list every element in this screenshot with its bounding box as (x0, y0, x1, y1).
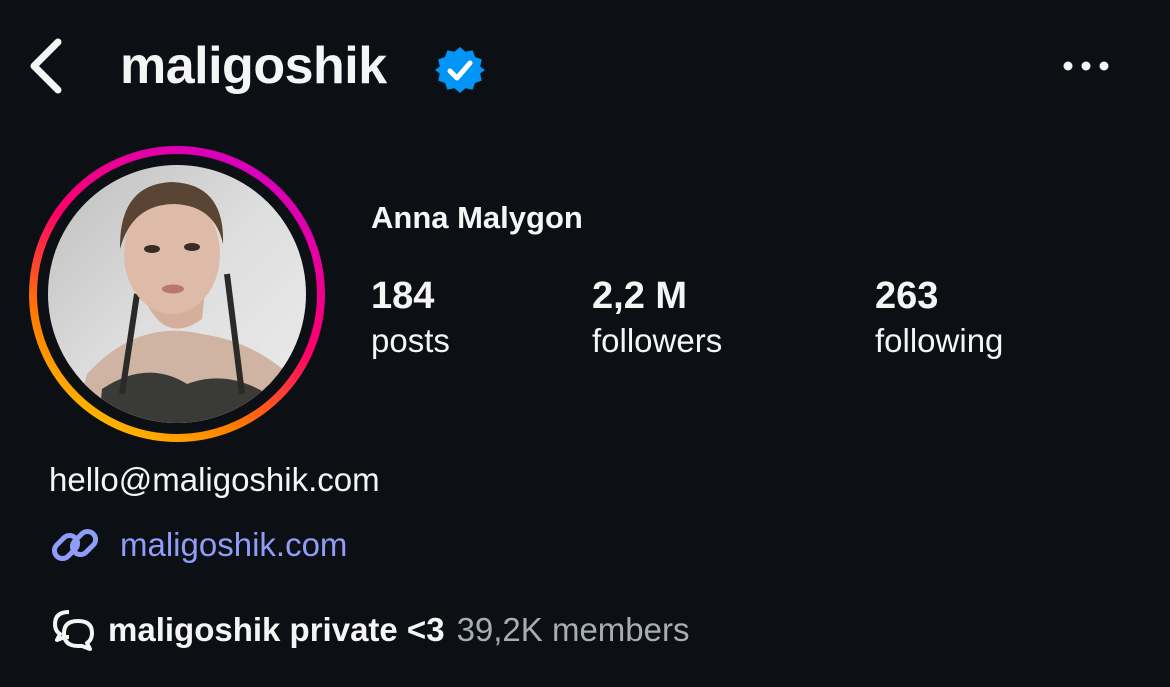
following-count-value: 263 (875, 275, 939, 317)
posts-count-value: 184 (371, 275, 435, 317)
link-icon (51, 528, 99, 562)
profile-username: maligoshik (120, 37, 387, 95)
following-count[interactable]: 263 following (875, 272, 1003, 362)
profile-header: maligoshik (0, 0, 1170, 135)
posts-count[interactable]: 184 posts (371, 272, 450, 362)
followers-count[interactable]: 2,2 M followers (592, 272, 722, 362)
verified-badge-icon (434, 44, 486, 96)
followers-count-value: 2,2 M (592, 275, 688, 317)
following-count-label: following (875, 322, 1004, 359)
bio-website-link[interactable]: maligoshik.com (49, 518, 347, 572)
chevron-left-icon (30, 38, 62, 94)
followers-count-label: followers (592, 322, 723, 359)
back-button[interactable] (22, 34, 72, 98)
channel-name: maligoshik private <3 (108, 611, 445, 648)
bio-website-text: maligoshik.com (120, 526, 348, 563)
more-options-button[interactable] (1058, 52, 1114, 80)
profile-display-name: Anna Malygon (371, 200, 583, 235)
channel-members-count: 39,2K members (456, 611, 690, 648)
more-options-icon (1063, 61, 1109, 71)
broadcast-channel-icon (53, 610, 94, 651)
broadcast-channel-link[interactable]: maligoshik private <3 39,2K members (49, 606, 690, 654)
bio-email[interactable]: hello@maligoshik.com (49, 458, 380, 502)
posts-count-label: posts (371, 322, 450, 359)
profile-avatar[interactable] (27, 144, 327, 444)
